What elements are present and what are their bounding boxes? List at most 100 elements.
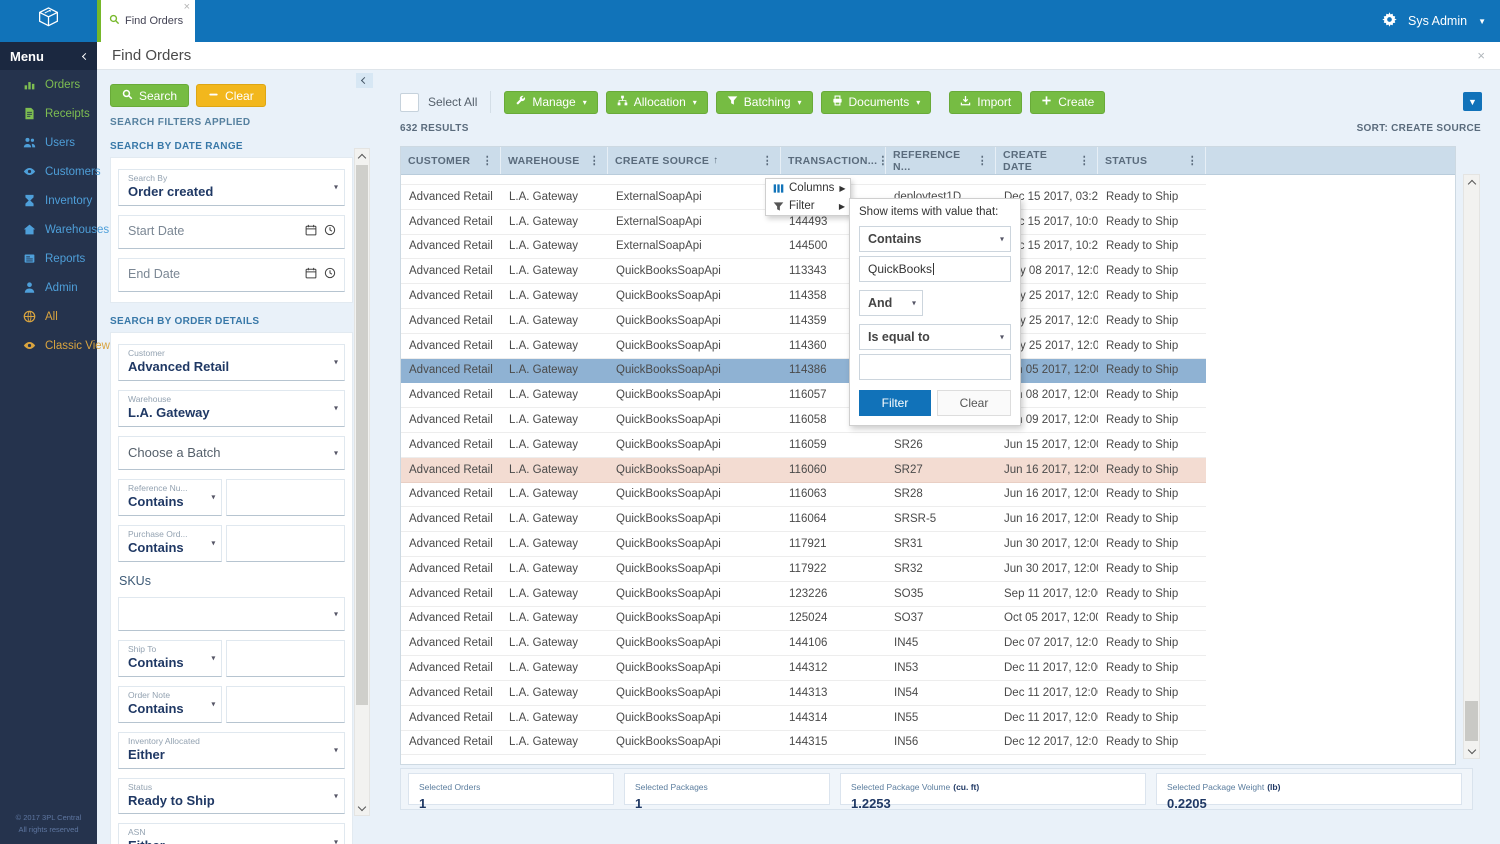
sidebar-item-customers[interactable]: Customers <box>0 157 101 186</box>
table-row[interactable]: Advanced Retail L.A. Gateway QuickBooksSoa… <box>401 532 1206 557</box>
sidebar-item-admin[interactable]: Admin <box>0 273 97 302</box>
search-button[interactable]: Search <box>110 84 190 107</box>
status-select[interactable]: Status Ready to Ship ▾ <box>118 777 345 815</box>
choose-a-batch-select[interactable]: Choose a Batch ▾ <box>118 435 345 470</box>
create-button[interactable]: Create <box>1030 90 1106 114</box>
filter-value2-input[interactable] <box>859 354 1011 380</box>
table-row[interactable]: Advanced Retail L.A. Gateway QuickBooksSoa… <box>401 408 1206 433</box>
filter-apply-button[interactable]: Filter <box>859 390 931 416</box>
table-scrollbar[interactable] <box>1463 174 1480 759</box>
column-header-create-date[interactable]: CREATE DATE ⋮ <box>996 147 1098 174</box>
scroll-up-icon[interactable] <box>355 149 369 163</box>
table-scroll-up-icon[interactable] <box>1464 175 1479 189</box>
sidebar-item-users[interactable]: Users <box>0 128 97 157</box>
table-row[interactable]: Advanced Retail L.A. Gateway QuickBooksSoa… <box>401 358 1206 384</box>
table-row[interactable]: Advanced Retail L.A. Gateway QuickBooksSoa… <box>401 556 1206 582</box>
column-menu-icon[interactable]: ⋮ <box>977 154 988 167</box>
column-header-create-source[interactable]: CREATE SOURCE ↑ ⋮ <box>608 147 781 174</box>
asn-select[interactable]: ASNEither ▾ <box>118 823 345 844</box>
sidebar-item-all[interactable]: All <box>0 302 97 331</box>
menu-item-filter[interactable]: Filter ▶ <box>766 197 850 215</box>
customer-select[interactable]: Customer Advanced Retail ▾ <box>118 343 345 381</box>
menu-collapse-icon[interactable] <box>81 52 90 60</box>
column-menu-icon[interactable]: ⋮ <box>589 154 600 167</box>
purchase-ord-value-input[interactable] <box>226 524 345 562</box>
user-menu[interactable]: Sys Admin <box>1408 14 1467 28</box>
sidebar-item-classic-view[interactable]: Classic View <box>0 331 110 360</box>
column-header-customer[interactable]: CUSTOMER ⋮ <box>401 147 501 174</box>
scrollbar-thumb[interactable] <box>356 165 368 705</box>
reference-nu-value-input[interactable] <box>226 478 345 516</box>
documents-button[interactable]: Documents ▾ <box>820 90 932 114</box>
app-logo[interactable] <box>0 0 97 42</box>
ship-to-operator-select[interactable]: Ship To Contains ▾ <box>118 639 223 677</box>
sidebar-item-reports[interactable]: Reports <box>0 244 97 273</box>
menu-item-columns[interactable]: Columns ▶ <box>766 179 850 197</box>
column-menu-icon[interactable]: ⋮ <box>482 154 493 167</box>
allocation-button[interactable]: Allocation ▾ <box>605 90 708 114</box>
table-row[interactable]: Advanced Retail L.A. Gateway QuickBooksSoa… <box>401 606 1206 632</box>
table-row[interactable]: Advanced Retail L.A. Gateway QuickBooksSoa… <box>401 259 1206 285</box>
table-row[interactable]: Advanced Retail L.A. Gateway QuickBooksSoa… <box>401 705 1206 731</box>
sidebar-item-inventory[interactable]: Inventory <box>0 186 97 215</box>
calendar-icon[interactable] <box>305 266 317 284</box>
column-header-transaction[interactable]: TRANSACTION... ⋮ <box>781 147 888 174</box>
column-header-status[interactable]: STATUS ⋮ <box>1098 147 1206 174</box>
column-header-reference-n[interactable]: REFERENCE N... ⋮ <box>886 147 996 174</box>
filter-operator-select[interactable]: Contains ▾ <box>859 226 1011 252</box>
batching-button[interactable]: Batching ▾ <box>715 90 813 114</box>
sidebar-item-orders[interactable]: Orders <box>0 70 97 99</box>
table-row[interactable]: Advanced Retail L.A. Gateway QuickBooksSoa… <box>401 383 1206 409</box>
table-row[interactable]: Advanced Retail L.A. Gateway QuickBooksSoa… <box>401 308 1206 334</box>
filter-panel-collapse-button[interactable] <box>356 73 373 88</box>
select-all-checkbox[interactable] <box>400 92 419 112</box>
sidebar-item-warehouses[interactable]: Warehouses <box>0 215 109 244</box>
table-row[interactable]: Advanced Retail L.A. Gateway QuickBooksSoa… <box>401 507 1206 533</box>
import-button[interactable]: Import <box>949 90 1023 114</box>
skus-select[interactable]: ▾ <box>118 596 345 631</box>
column-menu-icon[interactable]: ⋮ <box>1187 154 1198 167</box>
column-header-warehouse[interactable]: WAREHOUSE ⋮ <box>501 147 608 174</box>
table-row[interactable]: Advanced Retail L.A. Gateway QuickBooksSoa… <box>401 631 1206 657</box>
tab-close-icon[interactable]: × <box>184 1 190 13</box>
table-row[interactable]: Advanced Retail L.A. Gateway QuickBooksSoa… <box>401 656 1206 681</box>
table-row[interactable]: Advanced Retail L.A. Gateway QuickBooksSoa… <box>401 730 1206 756</box>
filter-operator2-select[interactable]: Is equal to ▾ <box>859 324 1011 350</box>
inventory-allocated-select[interactable]: Inventory Allocated Either ▾ <box>118 731 345 769</box>
calendar-icon[interactable] <box>305 223 317 241</box>
table-row[interactable]: Advanced Retail L.A. Gateway QuickBooksSoa… <box>401 482 1206 508</box>
start-date-input[interactable]: Start Date <box>118 214 345 249</box>
purchase-ord-operator-select[interactable]: Purchase Ord... Contains ▾ <box>118 524 223 562</box>
clock-icon[interactable] <box>324 223 336 241</box>
clock-icon[interactable] <box>324 266 336 284</box>
filter-logic-select[interactable]: And ▾ <box>859 290 923 316</box>
end-date-input[interactable]: End Date <box>118 257 345 292</box>
gear-icon[interactable] <box>1382 12 1397 30</box>
scroll-down-icon[interactable] <box>355 801 369 815</box>
tab-find-orders[interactable]: Find Orders × <box>97 0 195 42</box>
table-row[interactable]: Advanced Retail L.A. Gateway QuickBooksSoa… <box>401 581 1206 607</box>
filter-panel-scrollbar[interactable] <box>354 148 370 816</box>
column-menu-icon[interactable]: ⋮ <box>1079 154 1090 167</box>
grid-settings-button[interactable]: ▼ <box>1463 92 1482 111</box>
column-menu-icon[interactable]: ⋮ <box>762 154 773 167</box>
table-scroll-down-icon[interactable] <box>1464 744 1479 758</box>
page-close-icon[interactable]: × <box>1477 48 1485 63</box>
warehouse-select[interactable]: Warehouse L.A. Gateway ▾ <box>118 389 345 427</box>
table-scrollbar-thumb[interactable] <box>1465 701 1478 741</box>
manage-button[interactable]: Manage ▾ <box>504 90 598 114</box>
filter-clear-button[interactable]: Clear <box>937 390 1011 416</box>
table-row[interactable]: Advanced Retail L.A. Gateway QuickBooksSoa… <box>401 284 1206 309</box>
table-row[interactable]: Advanced Retail L.A. Gateway QuickBooksSoa… <box>401 333 1206 359</box>
search-by-select[interactable]: Search By Order created ▾ <box>118 169 345 206</box>
ship-to-value-input[interactable] <box>226 639 345 677</box>
table-row[interactable]: Advanced Retail L.A. Gateway ExternalSoapA… <box>401 234 1206 260</box>
clear-button[interactable]: Clear <box>196 84 266 107</box>
table-row[interactable]: Advanced Retail L.A. Gateway QuickBooksSoa… <box>401 432 1206 458</box>
reference-nu-operator-select[interactable]: Reference Nu... Contains ▾ <box>118 478 223 516</box>
filter-value-input[interactable]: QuickBooks <box>859 256 1011 282</box>
order-note-value-input[interactable] <box>226 685 345 723</box>
sidebar-item-receipts[interactable]: Receipts <box>0 99 97 128</box>
table-row[interactable]: Advanced Retail L.A. Gateway QuickBooksSoa… <box>401 680 1206 706</box>
table-row[interactable]: Advanced Retail L.A. Gateway QuickBooksSoa… <box>401 457 1206 483</box>
